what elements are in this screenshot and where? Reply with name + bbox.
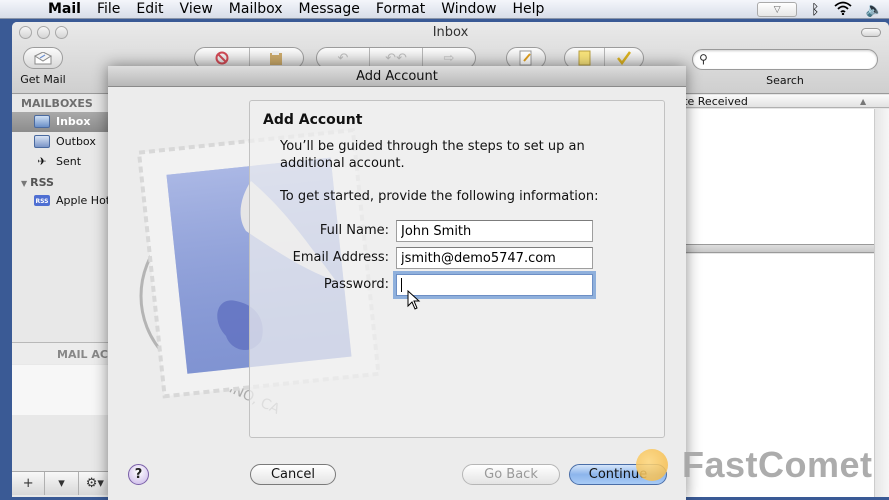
window-title: Inbox: [432, 25, 469, 40]
sidebar: MAILBOXES Inbox Outbox ✈ Sent ▼ RSS RSS A…: [12, 95, 112, 497]
forward-icon[interactable]: ⇨: [423, 48, 475, 68]
sidebar-item-label: Apple Hot News: [56, 194, 111, 207]
todo-icon[interactable]: [605, 48, 644, 68]
search-input[interactable]: ⚲: [692, 49, 878, 70]
mail-activity-header: MAIL ACTIVITY: [12, 342, 112, 364]
fastcomet-watermark: FastComet: [636, 444, 873, 486]
sidebar-item-label: Outbox: [56, 135, 96, 148]
password-label: Password:: [323, 277, 389, 292]
menu-view[interactable]: View: [172, 0, 221, 19]
sheet-title: Add Account: [108, 66, 686, 87]
sidebar-item-inbox[interactable]: Inbox: [12, 112, 111, 132]
full-name-label: Full Name:: [319, 223, 389, 238]
text-caret: [401, 278, 402, 292]
junk-icon[interactable]: [250, 48, 304, 68]
search-label: Search: [766, 74, 804, 87]
instruction-text: To get started, provide the following in…: [280, 189, 599, 204]
reply-icon[interactable]: ↶: [317, 48, 370, 68]
inbox-icon: [34, 115, 50, 128]
bluetooth-icon[interactable]: ᛒ: [811, 2, 819, 18]
sidebar-item-apple-hot-news[interactable]: RSS Apple Hot News: [12, 191, 111, 211]
outbox-icon: [34, 135, 50, 148]
sort-ascending-icon: ▲: [860, 97, 867, 106]
menu-file[interactable]: File: [89, 0, 128, 19]
add-account-sheet: Add Account HELLO FROM CUPERTINO, CA Add…: [108, 66, 686, 500]
note-icon[interactable]: [565, 48, 605, 68]
sidebar-item-outbox[interactable]: Outbox: [12, 132, 111, 152]
sidebar-bottom-bar: + ▾ ⚙▾: [12, 471, 112, 495]
menu-message[interactable]: Message: [291, 0, 368, 19]
mailboxes-header: MAILBOXES: [21, 97, 93, 110]
action-menu-button[interactable]: ⚙▾: [79, 472, 112, 495]
sidebar-item-label: Inbox: [56, 115, 91, 128]
sidebar-item-label: Sent: [56, 155, 82, 168]
reply-all-icon[interactable]: ↶↶: [370, 48, 423, 68]
envelope-icon: [23, 47, 63, 69]
account-form-panel: Add Account You’ll be guided through the…: [249, 100, 665, 438]
volume-icon[interactable]: 🔈: [866, 2, 883, 18]
wifi-icon[interactable]: [833, 1, 852, 19]
email-row: Email Address:: [250, 247, 666, 269]
sent-icon: ✈: [37, 155, 47, 168]
menu-mail[interactable]: Mail: [40, 0, 89, 19]
delete-icon[interactable]: [195, 48, 250, 68]
comet-logo-icon: [636, 449, 668, 481]
password-row: Password:: [250, 274, 666, 296]
email-address-field[interactable]: [396, 247, 593, 269]
menu-mailbox[interactable]: Mailbox: [221, 0, 291, 19]
email-address-label: Email Address:: [292, 250, 389, 265]
sidebar-item-sent[interactable]: ✈ Sent: [12, 152, 111, 172]
rss-icon: RSS: [34, 195, 50, 206]
password-field[interactable]: [396, 274, 593, 296]
rss-header[interactable]: ▼ RSS: [12, 172, 111, 191]
new-message-icon: [507, 48, 545, 68]
menu-edit[interactable]: Edit: [128, 0, 171, 19]
full-name-row: Full Name:: [250, 220, 666, 242]
vertical-scrollbar[interactable]: [874, 109, 889, 497]
full-name-field[interactable]: [396, 220, 593, 242]
get-mail-label: Get Mail: [20, 73, 66, 86]
menu-help[interactable]: Help: [504, 0, 552, 19]
time-machine-icon[interactable]: ▽: [757, 2, 798, 17]
disclosure-triangle-icon[interactable]: ▼: [21, 179, 27, 188]
menu-bar: Mail File Edit View Mailbox Message Form…: [0, 0, 889, 19]
get-mail-button[interactable]: Get Mail: [20, 47, 66, 86]
mail-activity-panel: [12, 365, 112, 415]
add-mailbox-button[interactable]: +: [12, 472, 46, 495]
menu-format[interactable]: Format: [368, 0, 433, 19]
intro-text: You’ll be guided through the steps to se…: [280, 139, 585, 171]
go-back-button[interactable]: Go Back: [462, 464, 560, 485]
toolbar-toggle-button[interactable]: [861, 28, 881, 37]
cancel-button[interactable]: Cancel: [250, 464, 336, 485]
help-button[interactable]: ?: [128, 464, 149, 485]
search-icon: ⚲: [699, 52, 708, 66]
watermark-text: FastComet: [682, 444, 873, 485]
show-activity-button[interactable]: ▾: [45, 472, 79, 495]
mouse-pointer-icon: [407, 290, 421, 310]
menu-window[interactable]: Window: [433, 0, 504, 19]
form-heading: Add Account: [263, 112, 363, 128]
